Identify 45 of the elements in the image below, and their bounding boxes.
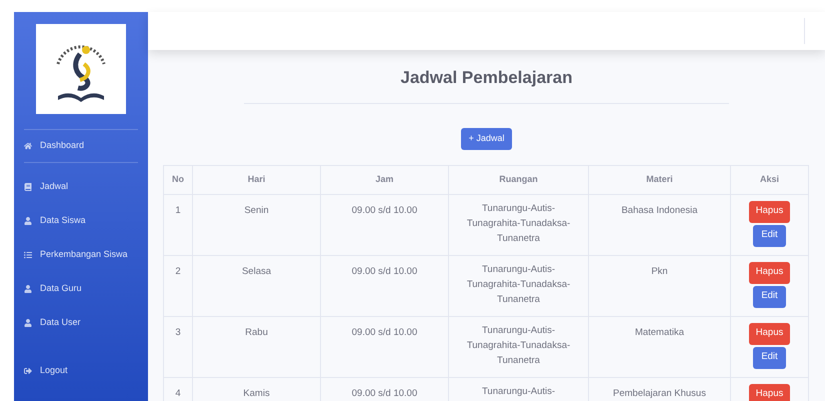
delete-button[interactable]: Hapus — [748, 322, 790, 344]
sidebar-item[interactable]: Jadwal — [14, 176, 148, 198]
add-schedule-button[interactable]: + Jadwal — [460, 128, 512, 150]
delete-button[interactable]: Hapus — [748, 200, 790, 222]
column-header: Jam — [320, 165, 448, 194]
table-cell: Tunarungu-Autis- Tunagrahita-Tunadaksa- Tunanetra — [448, 316, 588, 377]
table-cell: 1 — [164, 194, 192, 255]
table-cell: Tunarungu-Autis- Tunagrahita-Tunadaksa- Tunanetra — [448, 194, 588, 255]
sidebar-item[interactable]: Perkembangan Siswa — [14, 244, 148, 266]
table-cell: Tunarungu-Autis- Tunagrahita-Tunadaksa- Tunanetra — [448, 255, 588, 316]
table-cell: 09.00 s/d 10.00 — [320, 316, 448, 377]
user-icon — [24, 217, 32, 225]
table-cell: 2 — [164, 255, 192, 316]
sidebar-item[interactable]: Logout — [14, 360, 148, 382]
sidebar-item[interactable]: Dashboard — [14, 135, 148, 157]
sidebar-item[interactable]: Data Guru — [14, 278, 148, 300]
table-cell: 4 — [164, 377, 192, 401]
table-cell: Bahasa Indonesia — [588, 194, 730, 255]
delete-button[interactable]: Hapus — [748, 384, 790, 401]
home-icon — [24, 142, 32, 150]
delete-button[interactable]: Hapus — [748, 262, 790, 284]
page-title: Jadwal Pembelajaran — [400, 67, 572, 89]
user-icon — [24, 319, 32, 327]
book-icon — [24, 183, 32, 191]
table-cell: Pkn — [588, 255, 730, 316]
edit-button[interactable]: Edit — [753, 286, 786, 308]
table-cell: Matematika — [588, 316, 730, 377]
sidebar-item[interactable]: Data Siswa — [14, 210, 148, 232]
list-icon — [24, 251, 32, 259]
edit-button[interactable]: Edit — [753, 346, 786, 368]
column-header: No — [164, 165, 192, 194]
edit-button[interactable]: Edit — [753, 224, 786, 246]
table-cell: 3 — [164, 316, 192, 377]
table-cell: Rabu — [192, 316, 320, 377]
logout-icon — [24, 367, 32, 375]
table-cell: 09.00 s/d 10.00 — [320, 194, 448, 255]
column-header: Materi — [588, 165, 730, 194]
column-header: Hari — [192, 165, 320, 194]
table-cell: Selasa — [192, 255, 320, 316]
column-header: Ruangan — [448, 165, 588, 194]
column-header: Aksi — [730, 165, 808, 194]
sidebar-item[interactable]: Data User — [14, 312, 148, 334]
table-cell: 09.00 s/d 10.00 — [320, 255, 448, 316]
table-cell: Senin — [192, 194, 320, 255]
user-icon — [24, 285, 32, 293]
